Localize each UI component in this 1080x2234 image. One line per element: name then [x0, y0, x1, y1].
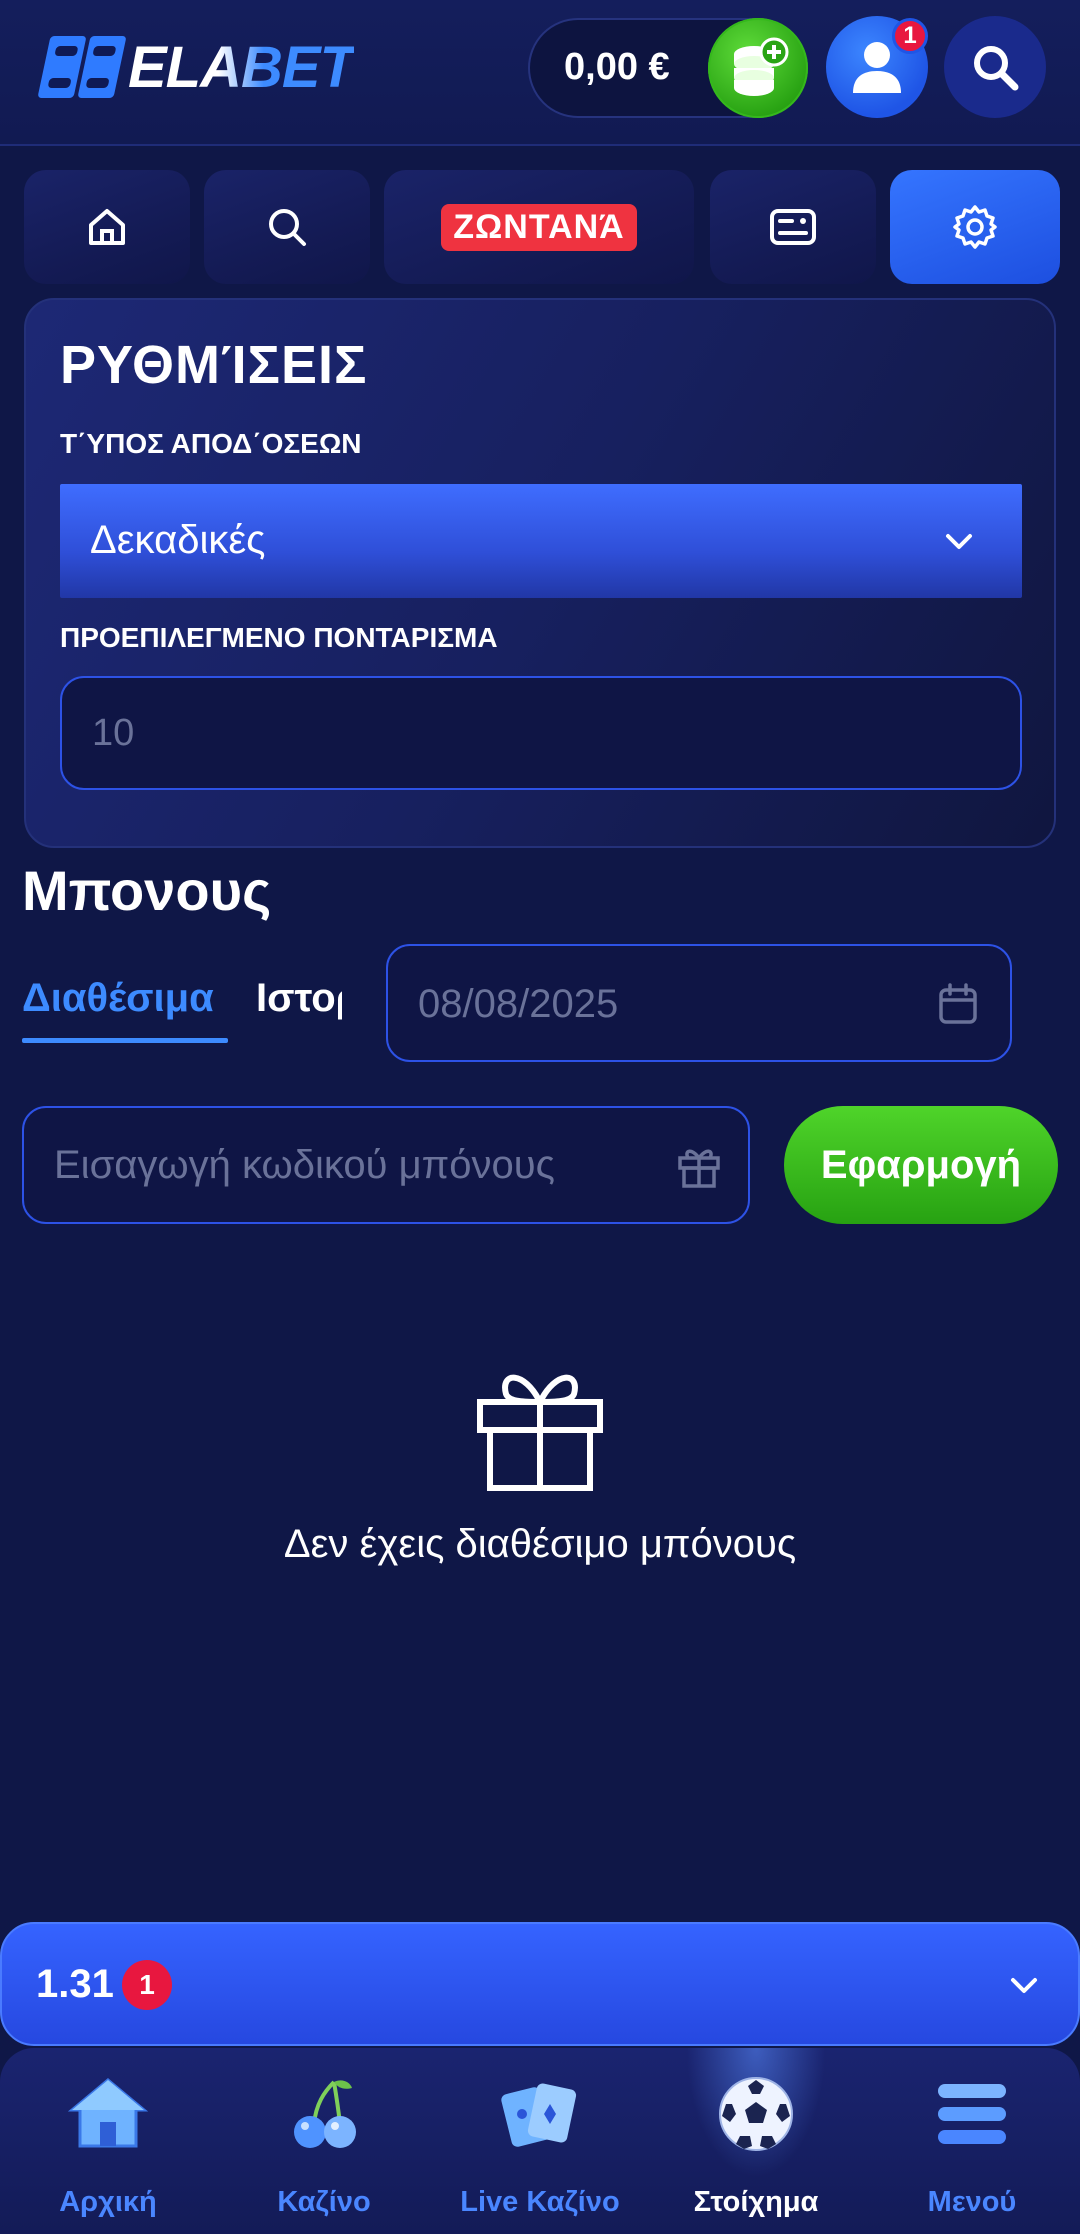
top-header: ELABET 0,00 € 1	[0, 0, 1080, 146]
betslip-total-odds: 1.31	[36, 1962, 114, 2006]
gift-icon	[477, 1374, 603, 1491]
page: ELABET 0,00 € 1 ΖΩΝΤΑΝΆ ΡΥΘΜΊΣΕΙΣ Τ΄ΥΠΟΣ…	[0, 0, 1080, 2234]
chevron-down-icon[interactable]	[1006, 1968, 1042, 2004]
nav-home-tab[interactable]	[24, 170, 190, 284]
bottom-nav-menu[interactable]: Μενού	[864, 2048, 1080, 2234]
sport-nav-row: ΖΩΝΤΑΝΆ	[24, 170, 1060, 284]
calendar-icon[interactable]	[936, 982, 980, 1026]
elabet-logo[interactable]: ELABET	[37, 32, 355, 102]
bottom-nav-label: Μενού	[927, 2186, 1017, 2218]
date-picker[interactable]: 08/08/2025	[386, 944, 1012, 1062]
date-value: 08/08/2025	[418, 982, 619, 1026]
search-icon	[974, 46, 1019, 91]
gear-icon	[953, 205, 997, 249]
header-search-button[interactable]	[944, 16, 1046, 118]
nav-live-tab[interactable]: ΖΩΝΤΑΝΆ	[384, 170, 694, 284]
profile-button[interactable]: 1	[826, 16, 928, 118]
bottom-nav-label: Αρχική	[59, 2186, 157, 2218]
settings-card: ΡΥΘΜΊΣΕΙΣ Τ΄ΥΠΟΣ ΑΠΟΔ΄ΟΣΕΩΝ Δεκαδικές ΠΡ…	[24, 298, 1056, 848]
nav-settings-tab[interactable]	[890, 170, 1060, 284]
bonus-title: Μπονους	[22, 859, 272, 922]
apply-button[interactable]: Εφαρμογή	[784, 1106, 1058, 1224]
home-icon	[89, 209, 125, 245]
active-tab-indicator	[22, 1038, 228, 1043]
tab-history[interactable]: Ιστορικό	[256, 976, 342, 1021]
search-icon	[269, 209, 306, 246]
default-stake-input[interactable]	[60, 676, 1022, 790]
deposit-button[interactable]	[708, 18, 808, 118]
empty-bonus-message: Δεν έχεις διαθέσιμο μπόνους	[283, 1522, 797, 1566]
soccer-ball-icon	[719, 2077, 793, 2151]
logo-mark	[37, 36, 128, 98]
ticket-icon	[770, 209, 816, 245]
live-label: ΖΩΝΤΑΝΆ	[441, 203, 637, 251]
coins-plus-icon	[734, 37, 789, 96]
betslip-bar[interactable]: 1.31 1	[0, 1922, 1080, 2046]
bottom-nav: Αρχική Καζίνο Live Καζίνο Στοίχημα Μενού	[0, 2048, 1080, 2234]
settings-title: ΡΥΘΜΊΣΕΙΣ	[60, 335, 368, 395]
bottom-nav-sports[interactable]: Στοίχημα	[648, 2048, 864, 2234]
house-icon	[68, 2078, 148, 2148]
cards-icon	[501, 2083, 577, 2147]
bonus-code-input[interactable]	[24, 1108, 664, 1222]
cherries-icon	[294, 2080, 356, 2148]
nav-search-tab[interactable]	[204, 170, 370, 284]
bonus-code-field[interactable]	[22, 1106, 750, 1224]
logo-text: ELABET	[128, 34, 355, 100]
menu-icon	[938, 2084, 1006, 2144]
bottom-nav-label: Στοίχημα	[693, 2186, 819, 2218]
chevron-down-icon	[946, 534, 972, 549]
bottom-nav-label: Καζίνο	[277, 2186, 371, 2218]
gift-icon	[678, 1149, 720, 1188]
notification-badge: 1	[892, 18, 928, 54]
bottom-nav-label: Live Καζίνο	[460, 2186, 620, 2218]
bottom-nav-home[interactable]: Αρχική	[0, 2048, 216, 2234]
betslip-count-badge: 1	[122, 1960, 172, 2010]
odds-type-label: Τ΄ΥΠΟΣ ΑΠΟΔ΄ΟΣΕΩΝ	[60, 428, 362, 459]
default-stake-label: ΠΡΟΕΠΙΛΕΓΜΕΝΟ ΠΟΝΤΑΡΙΣΜΑ	[60, 622, 498, 653]
odds-type-value: Δεκαδικές	[90, 518, 266, 562]
odds-type-select[interactable]: Δεκαδικές	[60, 484, 1022, 598]
bottom-nav-live-casino[interactable]: Live Καζίνο	[432, 2048, 648, 2234]
bottom-nav-casino[interactable]: Καζίνο	[216, 2048, 432, 2234]
balance-amount: 0,00 €	[564, 46, 670, 88]
nav-betslip-tab[interactable]	[710, 170, 876, 284]
tab-available[interactable]: Διαθέσιμα	[22, 976, 214, 1021]
